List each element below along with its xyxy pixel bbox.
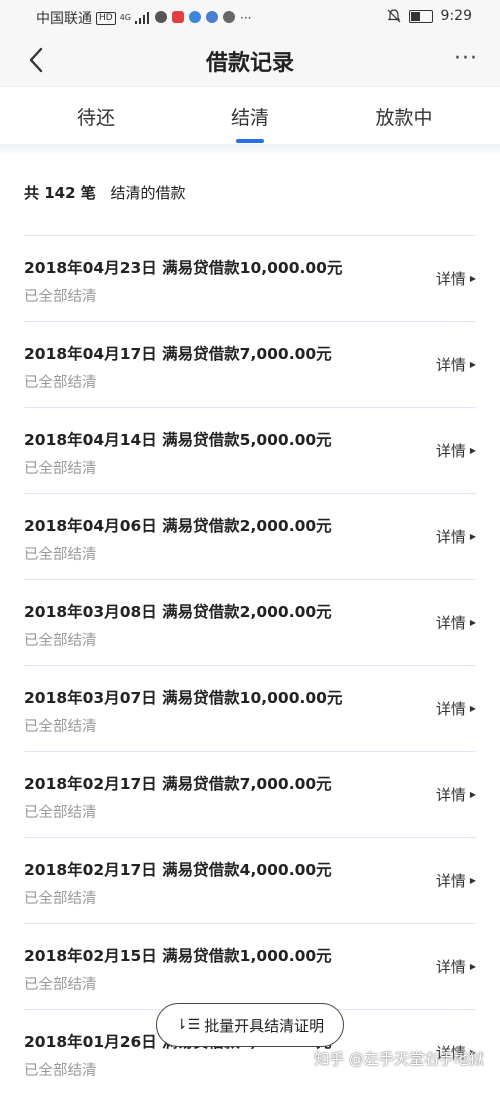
detail-link[interactable]: 详情 ▶ [436, 956, 476, 977]
status-right: 9:29 [387, 8, 472, 24]
caret-right-icon: ▶ [469, 532, 476, 541]
record-title: 2018年02月17日 满易贷借款7,000.00元 [24, 775, 332, 793]
more-options-icon[interactable]: ··· [454, 46, 478, 71]
record-status: 已全部结清 [24, 977, 97, 993]
record-title: 2018年02月17日 满易贷借款4,000.00元 [24, 861, 332, 879]
detail-link[interactable]: 详情 ▶ [436, 526, 476, 547]
record-status: 已全部结清 [24, 461, 97, 477]
list-item[interactable]: 2018年02月17日 满易贷借款7,000.00元 已全部结清 详情 ▶ [24, 751, 476, 837]
wechat-icon [223, 11, 235, 23]
batch-button-label: 批量开具结清证明 [204, 1016, 325, 1035]
detail-label: 详情 [435, 270, 466, 288]
list-item[interactable]: 2018年03月08日 满易贷借款2,000.00元 已全部结清 详情 ▶ [24, 579, 476, 665]
clock: 9:29 [440, 8, 472, 24]
record-count: 共 142 笔 [24, 184, 96, 202]
detail-label: 详情 [435, 958, 466, 976]
detail-label: 详情 [435, 786, 466, 804]
detail-link[interactable]: 详情 ▶ [436, 440, 476, 461]
send-icon [189, 11, 201, 23]
detail-link[interactable]: 详情 ▶ [436, 698, 476, 719]
detail-label: 详情 [435, 700, 466, 718]
list-item[interactable]: 2018年04月17日 满易贷借款7,000.00元 已全部结清 详情 ▶ [24, 321, 476, 407]
caret-right-icon: ▶ [469, 360, 476, 369]
list-item[interactable]: 2018年04月06日 满易贷借款2,000.00元 已全部结清 详情 ▶ [24, 493, 476, 579]
hd-badge: HD [96, 11, 116, 25]
list-item[interactable]: 2018年04月14日 满易贷借款5,000.00元 已全部结清 详情 ▶ [24, 407, 476, 493]
summary-description: 结清的借款 [110, 184, 186, 202]
record-title: 2018年03月07日 满易贷借款10,000.00元 [24, 689, 343, 707]
mute-bell-icon [387, 9, 400, 23]
list-item[interactable]: 2018年02月15日 满易贷借款1,000.00元 已全部结清 详情 ▶ [24, 923, 476, 1009]
detail-label: 详情 [435, 356, 466, 374]
status-left: 中国联通 HD 4G ··· [36, 8, 251, 28]
record-title: 2018年03月08日 满易贷借款2,000.00元 [24, 603, 332, 621]
caret-right-icon: ▶ [469, 618, 476, 627]
record-title: 2018年04月14日 满易贷借款5,000.00元 [24, 431, 332, 449]
detail-label: 详情 [435, 872, 466, 890]
detail-label: 详情 [435, 442, 466, 460]
tab-pending[interactable]: 待还 [36, 103, 156, 130]
carrier-label: 中国联通 [36, 11, 92, 27]
record-title: 2018年04月23日 满易贷借款10,000.00元 [24, 259, 343, 277]
caret-right-icon: ▶ [469, 790, 476, 799]
caret-right-icon: ▶ [469, 962, 476, 971]
detail-link[interactable]: 详情 ▶ [436, 354, 476, 375]
batch-settlement-certificate-button[interactable]: ⇂☰ 批量开具结清证明 [156, 1003, 344, 1047]
record-status: 已全部结清 [24, 375, 97, 391]
message-icon [155, 11, 167, 23]
watermark: 知乎 @左手天堂右手地狱 [314, 1050, 484, 1068]
loan-record-list: 2018年04月23日 满易贷借款10,000.00元 已全部结清 详情 ▶ 20… [24, 235, 476, 1095]
record-status: 已全部结清 [24, 1063, 97, 1079]
list-item[interactable]: 2018年02月17日 满易贷借款4,000.00元 已全部结清 详情 ▶ [24, 837, 476, 923]
network-label: 4G [119, 13, 131, 22]
battery-icon [408, 9, 433, 23]
record-status: 已全部结清 [24, 719, 97, 735]
tab-shadow [0, 144, 500, 158]
detail-link[interactable]: 详情 ▶ [436, 784, 476, 805]
tab-bar: 待还 结清 放款中 [0, 86, 500, 145]
more-notifications-icon: ··· [240, 11, 252, 25]
tab-settled[interactable]: 结清 [190, 103, 310, 130]
list-item[interactable]: 2018年04月23日 满易贷借款10,000.00元 已全部结清 详情 ▶ [24, 235, 476, 321]
detail-label: 详情 [435, 528, 466, 546]
record-status: 已全部结清 [24, 547, 97, 563]
caret-right-icon: ▶ [469, 446, 476, 455]
app-red-icon [172, 11, 184, 23]
record-title: 2018年02月15日 满易贷借款1,000.00元 [24, 947, 332, 965]
detail-link[interactable]: 详情 ▶ [436, 612, 476, 633]
record-status: 已全部结清 [24, 891, 97, 907]
nav-bar: 借款记录 ··· [0, 34, 500, 86]
list-item[interactable]: 2018年03月07日 满易贷借款10,000.00元 已全部结清 详情 ▶ [24, 665, 476, 751]
app-blue-icon [206, 11, 218, 23]
sort-list-icon: ⇂☰ [175, 1017, 201, 1033]
record-status: 已全部结清 [24, 289, 97, 305]
record-title: 2018年04月17日 满易贷借款7,000.00元 [24, 345, 332, 363]
signal-icon [135, 12, 149, 24]
record-status: 已全部结清 [24, 805, 97, 821]
active-tab-indicator [236, 139, 264, 143]
tab-disbursing[interactable]: 放款中 [344, 103, 464, 130]
detail-link[interactable]: 详情 ▶ [436, 870, 476, 891]
status-bar: 中国联通 HD 4G ··· 9:29 [0, 0, 500, 34]
record-title: 2018年04月06日 满易贷借款2,000.00元 [24, 517, 332, 535]
detail-link[interactable]: 详情 ▶ [436, 268, 476, 289]
records-summary: 共 142 笔 结清的借款 [24, 182, 186, 203]
record-status: 已全部结清 [24, 633, 97, 649]
caret-right-icon: ▶ [469, 876, 476, 885]
caret-right-icon: ▶ [469, 274, 476, 283]
detail-label: 详情 [435, 614, 466, 632]
caret-right-icon: ▶ [469, 704, 476, 713]
page-title: 借款记录 [205, 51, 294, 76]
